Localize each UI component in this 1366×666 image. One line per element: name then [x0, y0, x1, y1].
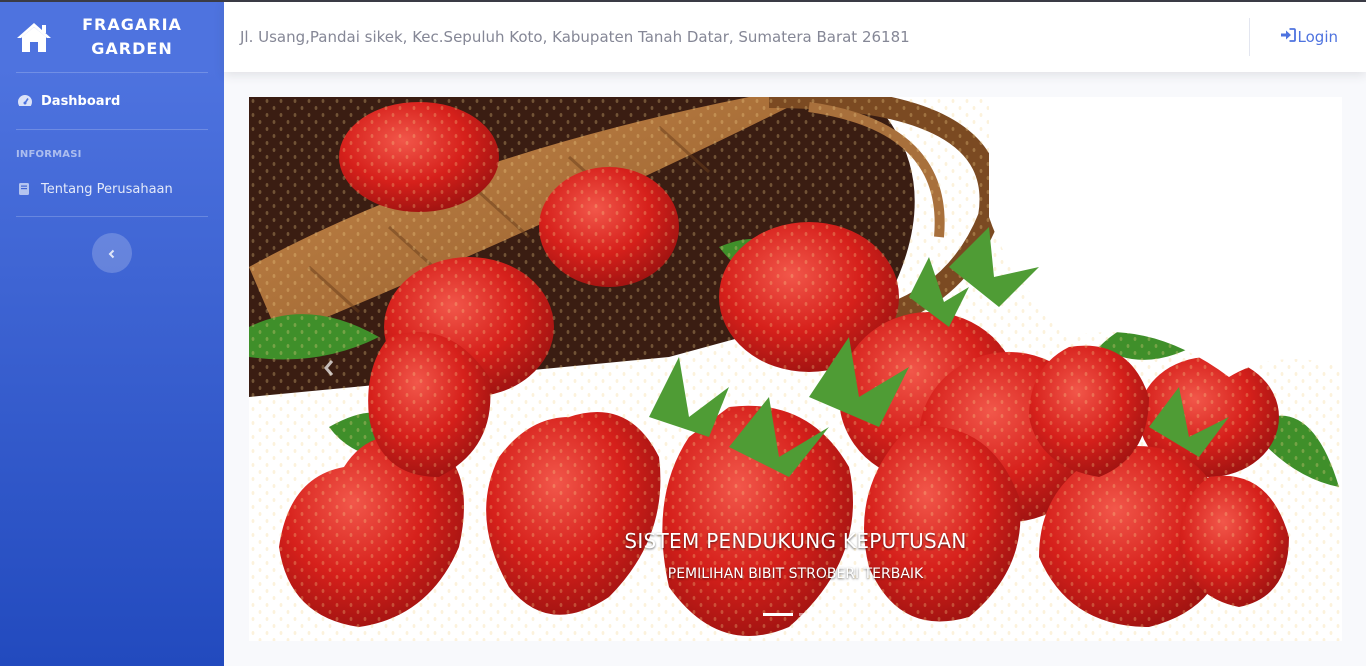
- strawberry-image: [249, 97, 1342, 641]
- carousel-indicators: [249, 613, 1342, 616]
- home-icon: [16, 21, 52, 53]
- sidebar-item-tentang-perusahaan[interactable]: Tentang Perusahaan: [0, 166, 224, 212]
- carousel-indicator[interactable]: [798, 613, 829, 616]
- sidebar-brand[interactable]: FRAGARIA GARDEN: [0, 2, 224, 72]
- hero-carousel: SISTEM PENDUKUNG KEPUTUSAN PEMILIHAN BIB…: [249, 97, 1342, 641]
- sidebar-heading-informasi: INFORMASI: [16, 149, 82, 160]
- sidebar-item-label: Tentang Perusahaan: [41, 181, 173, 197]
- brand-line-2: GARDEN: [91, 39, 173, 58]
- carousel-indicator[interactable]: [762, 613, 793, 616]
- sidebar-item-label: Dashboard: [41, 93, 121, 109]
- sidebar: FRAGARIA GARDEN Dashboard INFORMASI Tent…: [0, 2, 224, 666]
- window-top-border: [0, 0, 1366, 2]
- address-text: Jl. Usang,Pandai sikek, Kec.Sepuluh Koto…: [240, 28, 910, 46]
- sidebar-toggle-button[interactable]: [92, 233, 132, 273]
- topbar-divider: [1248, 18, 1250, 56]
- login-label: Login: [1297, 28, 1338, 46]
- chevron-left-icon: [107, 244, 117, 263]
- chevron-left-icon: [323, 359, 335, 381]
- carousel-caption-subtitle: PEMILIHAN BIBIT STROBERI TERBAIK: [667, 566, 924, 582]
- topbar: Jl. Usang,Pandai sikek, Kec.Sepuluh Koto…: [224, 2, 1366, 72]
- carousel-prev-button[interactable]: [319, 357, 339, 383]
- carousel-caption-title: SISTEM PENDUKUNG KEPUTUSAN: [624, 529, 967, 553]
- tachometer-icon: [17, 94, 33, 108]
- sidebar-divider: [16, 216, 208, 217]
- brand-line-1: FRAGARIA: [82, 15, 182, 34]
- brand-name: FRAGARIA GARDEN: [72, 13, 192, 61]
- sidebar-item-dashboard[interactable]: Dashboard: [0, 73, 224, 129]
- sign-in-icon: [1280, 28, 1298, 46]
- book-icon: [17, 182, 33, 196]
- login-link[interactable]: Login: [1280, 28, 1338, 46]
